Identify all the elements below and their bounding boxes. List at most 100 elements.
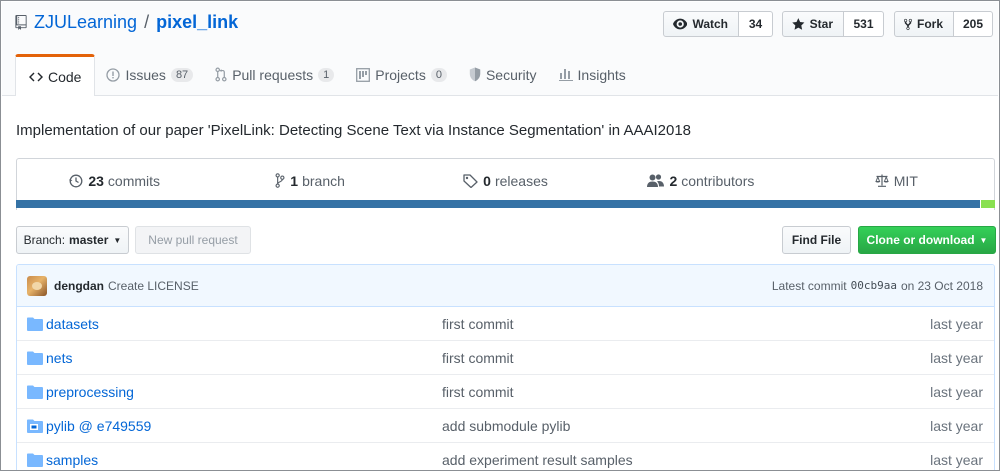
repo-icon — [15, 15, 27, 30]
star-icon — [792, 18, 805, 30]
file-commit-message[interactable]: first commit — [442, 316, 514, 332]
tab-code-label: Code — [48, 68, 82, 85]
repo-name-link[interactable]: pixel_link — [156, 12, 238, 33]
pull-request-icon — [215, 67, 227, 82]
tab-pull-requests[interactable]: Pull requests 1 — [204, 54, 345, 95]
file-row: samples add experiment result samples la… — [17, 442, 994, 470]
commit-sha[interactable]: 00cb9aa — [851, 279, 897, 292]
repo-owner-link[interactable]: ZJULearning — [34, 12, 137, 33]
watch-label: Watch — [692, 17, 728, 31]
fork-button[interactable]: Fork — [894, 11, 954, 37]
language-bar[interactable] — [16, 200, 995, 208]
contributors-label: contributors — [681, 172, 755, 189]
tab-projects[interactable]: Projects 0 — [345, 54, 458, 95]
branch-select-button[interactable]: Branch: master ▼ — [16, 226, 129, 254]
tab-pull-requests-label: Pull requests — [232, 66, 314, 83]
repo-description: Implementation of our paper 'PixelLink: … — [16, 122, 692, 139]
history-icon — [69, 174, 83, 187]
repo-title: ZJULearning / pixel_link — [15, 12, 238, 33]
branch-name: master — [69, 233, 109, 247]
file-name-link[interactable]: datasets — [46, 316, 99, 332]
tab-insights-label: Insights — [577, 66, 626, 83]
tab-security[interactable]: Security — [458, 54, 548, 95]
file-age: last year — [930, 315, 983, 332]
eye-icon — [673, 18, 688, 30]
graph-icon — [558, 69, 573, 81]
file-row: nets first commit last year — [17, 340, 994, 374]
file-commit-message[interactable]: first commit — [442, 350, 514, 366]
issue-icon — [106, 67, 121, 82]
file-commit-message[interactable]: add submodule pylib — [442, 418, 570, 434]
commits-count: 23 — [88, 172, 104, 189]
folder-icon — [27, 385, 43, 399]
file-commit-message[interactable]: add experiment result samples — [442, 452, 633, 468]
file-name-link[interactable]: samples — [46, 452, 98, 468]
watch-group: Watch 34 — [663, 11, 773, 37]
tab-projects-label: Projects — [375, 66, 426, 83]
fork-group: Fork 205 — [894, 11, 993, 37]
projects-counter: 0 — [430, 67, 447, 82]
tag-icon — [463, 173, 478, 188]
tab-issues-label: Issues — [125, 66, 166, 83]
file-name-link[interactable]: pylib @ e749559 — [46, 418, 151, 434]
language-segment-primary — [16, 200, 980, 208]
submodule-icon — [27, 419, 43, 433]
tab-security-label: Security — [485, 66, 537, 83]
project-icon — [356, 67, 371, 82]
avatar[interactable] — [27, 275, 47, 296]
watch-count[interactable]: 34 — [739, 11, 773, 37]
issues-counter: 87 — [170, 67, 194, 82]
pull-requests-counter: 1 — [318, 67, 335, 82]
commits-label: commits — [107, 172, 161, 189]
repo-page: ZJULearning / pixel_link Watch 34 Star 5… — [0, 0, 1000, 471]
tab-issues[interactable]: Issues 87 — [95, 54, 204, 95]
tab-insights[interactable]: Insights — [548, 54, 637, 95]
new-pull-request-button[interactable]: New pull request — [135, 226, 251, 254]
branches-count: 1 — [290, 172, 299, 189]
repo-separator: / — [144, 12, 150, 32]
code-icon — [29, 72, 43, 81]
file-row: pylib @ e749559 add submodule pylib last… — [17, 408, 994, 442]
file-age: last year — [930, 383, 983, 400]
file-age: last year — [930, 417, 983, 434]
folder-icon — [27, 317, 43, 331]
fork-icon — [904, 18, 912, 30]
find-file-button[interactable]: Find File — [782, 226, 851, 254]
fork-count[interactable]: 205 — [954, 11, 993, 37]
file-commit-message[interactable]: first commit — [442, 384, 514, 400]
branch-prefix: Branch: — [23, 233, 66, 247]
language-segment-secondary — [981, 200, 995, 208]
file-name-link[interactable]: preprocessing — [46, 384, 134, 400]
license-label: MIT — [893, 172, 918, 189]
star-count[interactable]: 531 — [844, 11, 884, 37]
commit-author[interactable]: dengdan — [54, 279, 104, 293]
caret-down-icon: ▼ — [979, 235, 988, 245]
clone-download-button[interactable]: Clone or download ▼ — [858, 226, 996, 254]
tab-code[interactable]: Code — [15, 54, 96, 96]
file-age: last year — [930, 451, 983, 468]
latest-commit-prefix: Latest commit — [771, 278, 847, 293]
file-row: datasets first commit last year — [17, 307, 994, 340]
file-row: preprocessing first commit last year — [17, 374, 994, 408]
branch-icon — [275, 173, 285, 188]
clone-download-label: Clone or download — [866, 233, 975, 247]
shield-icon — [469, 67, 481, 82]
star-button[interactable]: Star — [782, 11, 844, 37]
commit-message[interactable]: Create LICENSE — [108, 279, 199, 293]
fork-label: Fork — [916, 17, 943, 31]
commit-date: on 23 Oct 2018 — [900, 278, 983, 293]
latest-commit-info: Latest commit 00cb9aa on 23 Oct 2018 — [772, 265, 983, 306]
star-group: Star 531 — [782, 11, 884, 37]
folder-icon — [27, 453, 43, 467]
file-name-link[interactable]: nets — [46, 350, 72, 366]
releases-count: 0 — [483, 172, 491, 189]
star-label: Star — [809, 17, 833, 31]
repo-nav-tabs: Code Issues 87 Pull requests 1 Projects … — [15, 54, 637, 96]
file-list: dengdan Create LICENSE Latest commit 00c… — [16, 264, 995, 470]
contributors-count: 2 — [669, 172, 678, 189]
watch-button[interactable]: Watch — [663, 11, 739, 37]
people-icon — [647, 174, 665, 187]
law-icon — [875, 174, 889, 187]
branches-label: branch — [302, 172, 345, 189]
file-age: last year — [930, 349, 983, 366]
